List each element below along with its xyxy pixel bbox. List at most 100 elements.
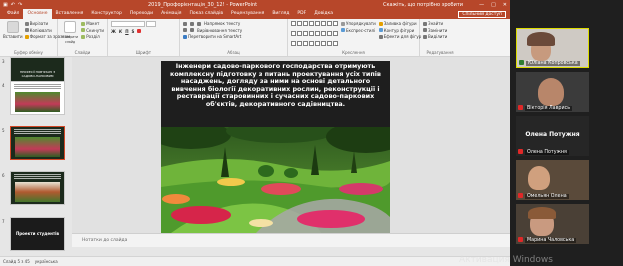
- italic-button[interactable]: К: [119, 29, 122, 34]
- thumb-label: ПРОФЕСІЇ ПОВ'ЯЗАНІ З САДОВО-ПАРКОВИМ: [19, 70, 56, 78]
- tab-review[interactable]: Рецензування: [227, 9, 268, 19]
- underline-button[interactable]: П: [125, 29, 128, 34]
- thumb-number: 7: [2, 219, 5, 224]
- styles-icon: [341, 28, 345, 32]
- participant-name: Омельян Олена: [525, 194, 569, 199]
- slide-thumbnail[interactable]: [10, 171, 65, 205]
- group-paragraph: Напрямок тексту Вирівнювання тексту Пере…: [180, 19, 288, 56]
- participant-tile[interactable]: Юліана Копровська: [516, 28, 589, 68]
- participant-name-display: Олена Потужня: [525, 131, 580, 138]
- language-indicator[interactable]: українська: [35, 259, 58, 264]
- shapes-gallery[interactable]: [291, 21, 338, 50]
- participant-tile[interactable]: Омельян Олена: [516, 160, 589, 200]
- tab-pdf[interactable]: PDF: [293, 9, 310, 19]
- thumb-image: [15, 92, 60, 112]
- numbering-icon[interactable]: [190, 21, 194, 26]
- group-label: Буфер обміну: [14, 50, 43, 55]
- align-left-icon[interactable]: [183, 28, 187, 32]
- align-center-icon[interactable]: [190, 28, 194, 32]
- quick-styles-button[interactable]: Експрес-стилі: [341, 28, 376, 33]
- fill-icon: [378, 21, 383, 26]
- participant-tile[interactable]: Олена Потужня Олена Потужня: [516, 116, 589, 156]
- slide-thumbnail[interactable]: Проекти студентів: [10, 217, 65, 251]
- replace-icon: [423, 28, 427, 32]
- smartart-button[interactable]: Перетворити на SmartArt: [188, 34, 241, 39]
- tab-slideshow[interactable]: Показ слайдів: [186, 9, 227, 19]
- window-controls: — □ ✕: [479, 2, 507, 8]
- powerpoint-window: ▣ ↶ ↷ 2019_Профорієнтація_30_12! - Power…: [0, 0, 510, 266]
- tab-home[interactable]: Основне: [23, 9, 52, 19]
- maximize-button[interactable]: □: [491, 2, 496, 8]
- bullets-icon[interactable]: [183, 21, 187, 26]
- tab-design[interactable]: Конструктор: [87, 9, 125, 19]
- save-icon[interactable]: ▣: [3, 2, 8, 8]
- layout-button[interactable]: Макет: [81, 21, 104, 26]
- section-icon: [81, 34, 86, 39]
- align-text-button[interactable]: Вирівнювання тексту: [197, 28, 242, 33]
- thumb-image: [15, 182, 60, 202]
- shadow-button[interactable]: S: [132, 29, 135, 34]
- group-clipboard: Вставити Вирізати Копіювати Формат за зр…: [0, 19, 70, 56]
- current-slide[interactable]: Інженери садово-паркового господарства о…: [161, 61, 390, 233]
- redo-icon[interactable]: ↷: [18, 2, 22, 8]
- group-label: Креслення: [342, 50, 365, 55]
- font-name-input[interactable]: [111, 21, 145, 27]
- tab-file[interactable]: Файл: [3, 9, 23, 19]
- participant-hair: [528, 207, 556, 219]
- mic-muted-icon: [518, 193, 523, 198]
- paste-button[interactable]: Вставити: [3, 21, 23, 50]
- group-label: Шрифт: [135, 50, 152, 55]
- new-slide-icon: [64, 21, 77, 33]
- tab-help[interactable]: Довідка: [310, 9, 337, 19]
- participant-video: [528, 166, 550, 190]
- brush-icon: [24, 34, 29, 39]
- font-color-icon[interactable]: [137, 29, 142, 33]
- replace-button[interactable]: Замінити: [423, 28, 457, 33]
- group-slides: Створити слайд Макет Скинути Розділ Слай…: [58, 19, 108, 56]
- undo-icon[interactable]: ↶: [11, 2, 15, 8]
- slide-canvas[interactable]: Інженери садово-паркового господарства о…: [72, 57, 510, 233]
- slide-text-panel: Інженери садово-паркового господарства о…: [161, 61, 390, 127]
- reset-button[interactable]: Скинути: [81, 28, 104, 33]
- copy-icon: [24, 28, 29, 32]
- tab-animations[interactable]: Анімація: [157, 9, 185, 19]
- notes-pane[interactable]: Нотатки до слайда: [72, 233, 510, 247]
- close-button[interactable]: ✕: [503, 2, 507, 8]
- indent-icon[interactable]: [197, 21, 201, 26]
- find-button[interactable]: Знайти: [423, 21, 457, 26]
- participant-name: Марина Чаловська: [525, 238, 577, 243]
- slide-body-text[interactable]: Інженери садово-паркового господарства о…: [167, 62, 384, 109]
- bold-button[interactable]: Ж: [111, 29, 116, 34]
- minimize-button[interactable]: —: [479, 2, 484, 8]
- mic-muted-icon: [518, 105, 523, 110]
- find-icon: [423, 21, 427, 26]
- slide-thumbnail[interactable]: [10, 81, 65, 115]
- tab-insert[interactable]: Вставлення: [52, 9, 88, 19]
- garden-photo: [161, 127, 390, 233]
- notes-placeholder: Нотатки до слайда: [82, 238, 128, 243]
- shape-outline-button[interactable]: Контур фігури: [378, 28, 422, 33]
- participant-tile[interactable]: Вікторія Лаврись: [516, 72, 589, 112]
- thumb-image: [15, 137, 60, 157]
- font-size-input[interactable]: [146, 21, 156, 27]
- slide-counter: Слайд 5 з 45: [3, 259, 30, 264]
- section-button[interactable]: Розділ: [81, 34, 104, 39]
- group-label: Слайди: [74, 50, 91, 55]
- share-button[interactable]: Спільний доступ: [458, 10, 506, 18]
- tab-transitions[interactable]: Переходи: [126, 9, 157, 19]
- tab-view[interactable]: Вигляд: [268, 9, 293, 19]
- select-button[interactable]: Виділити: [423, 34, 457, 39]
- title-bar: ▣ ↶ ↷ 2019_Профорієнтація_30_12! - Power…: [0, 0, 510, 9]
- shape-effects-button[interactable]: Ефекти для фігур: [378, 34, 421, 39]
- tell-me-search[interactable]: Скажіть, що потрібно зробити: [383, 2, 463, 8]
- shape-fill-button[interactable]: Заливка фігури: [378, 21, 422, 26]
- participant-tile[interactable]: Марина Чаловська: [516, 204, 589, 244]
- select-icon: [423, 34, 427, 39]
- new-slide-button[interactable]: Створити слайд: [61, 21, 79, 50]
- mic-icon: [519, 60, 524, 65]
- arrange-button[interactable]: Упорядкувати: [341, 21, 376, 26]
- slide-thumbnail-selected[interactable]: [10, 126, 65, 160]
- paste-icon: [6, 21, 19, 33]
- text-direction-button[interactable]: Напрямок тексту: [204, 21, 240, 26]
- slide-thumbnails-pane[interactable]: 3 ПРОФЕСІЇ ПОВ'ЯЗАНІ З САДОВО-ПАРКОВИМ 4…: [0, 57, 72, 255]
